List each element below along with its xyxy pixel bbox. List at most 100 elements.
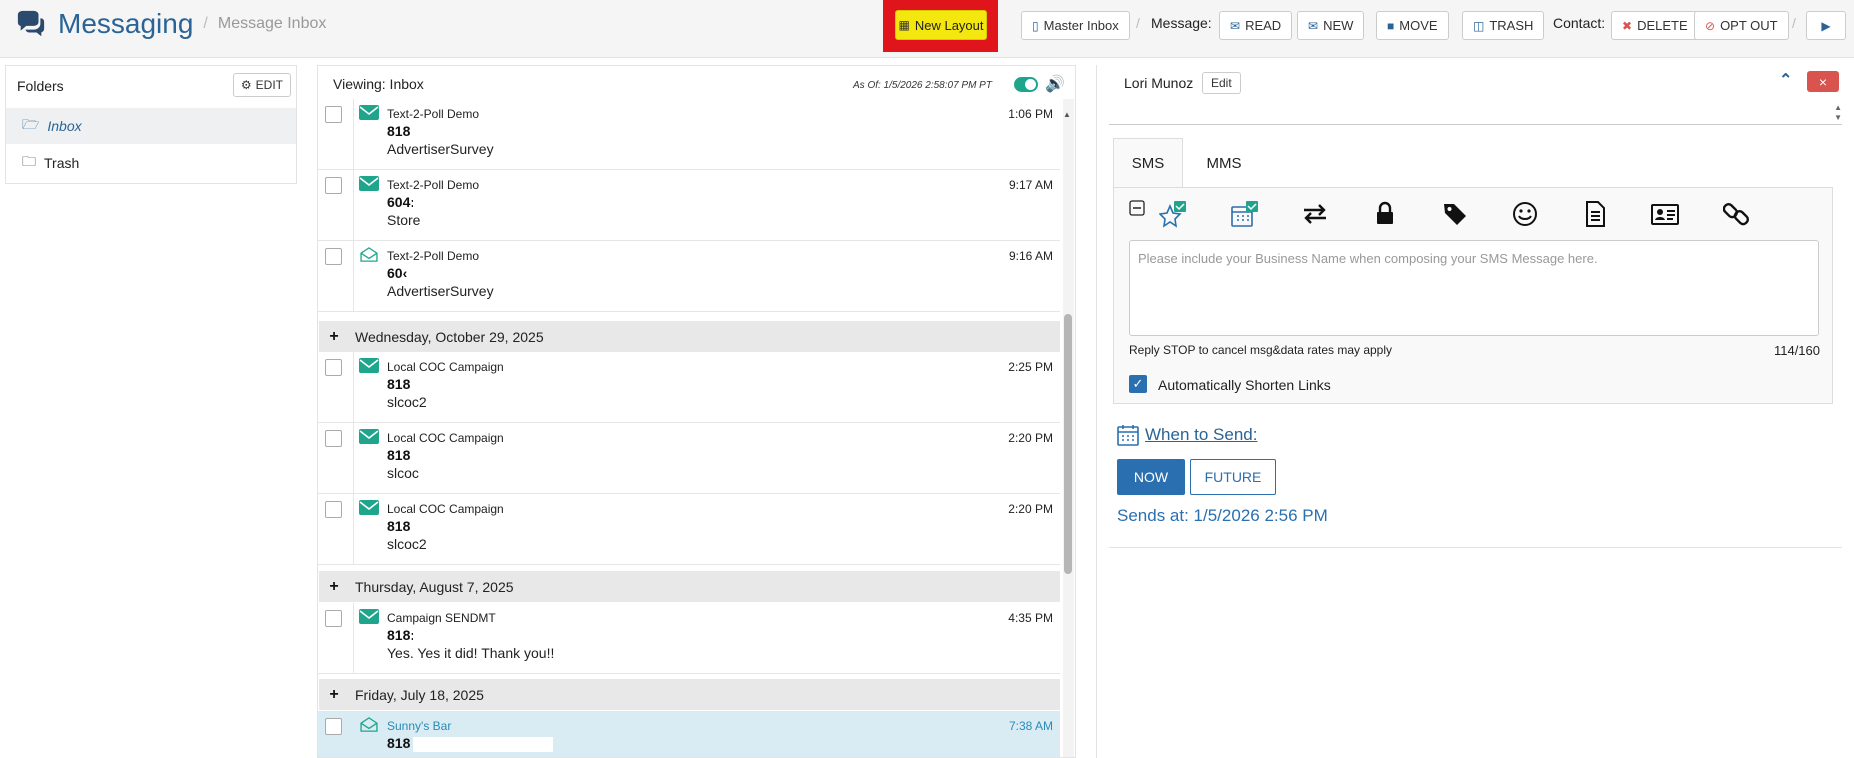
lock-icon[interactable] xyxy=(1371,200,1399,228)
new-layout-button[interactable]: ▦ New Layout xyxy=(895,10,987,40)
expand-plus-icon[interactable]: + xyxy=(323,328,345,346)
master-inbox-button[interactable]: ▯ Master Inbox xyxy=(1021,11,1130,40)
divider xyxy=(1109,547,1842,548)
folders-edit-label: EDIT xyxy=(255,78,283,92)
folder-open-icon: 🗁 xyxy=(22,116,40,132)
trash-icon: ◫ xyxy=(1473,18,1485,33)
message-row[interactable]: Local COC Campaign 818 slcoc2 2:20 PM xyxy=(318,494,1060,565)
breadcrumb-separator: / xyxy=(203,15,208,32)
row-body: slcoc2 xyxy=(387,536,427,552)
row-checkbox[interactable] xyxy=(325,718,342,735)
top-bar: Messaging / Message Inbox ▦ New Layout ▯… xyxy=(0,0,1854,58)
message-textarea[interactable]: Please include your Business Name when c… xyxy=(1129,240,1819,336)
calendar-check-icon[interactable] xyxy=(1231,200,1259,228)
scroll-up-arrow-icon[interactable]: ▲ xyxy=(1063,110,1071,119)
character-counter: 114/160 xyxy=(1773,343,1820,358)
folder-trash[interactable]: 🗀 Trash xyxy=(6,145,296,181)
link-icon[interactable] xyxy=(1723,200,1751,228)
auto-refresh-toggle[interactable] xyxy=(1014,77,1038,92)
message-row[interactable]: Local COC Campaign 818 slcoc 2:20 PM xyxy=(318,423,1060,494)
master-inbox-label: Master Inbox xyxy=(1043,18,1119,33)
envelope-closed-icon xyxy=(359,176,379,191)
row-body: slcoc2 xyxy=(387,394,427,410)
chevron-up-icon[interactable]: ⌃ xyxy=(1779,70,1792,90)
auto-shorten-checkbox[interactable]: ✓ xyxy=(1129,375,1147,393)
redaction xyxy=(413,196,553,211)
read-button[interactable]: ✉ READ xyxy=(1219,11,1293,40)
contact-card-icon[interactable] xyxy=(1651,200,1679,228)
opt-out-button[interactable]: ⊘ OPT OUT xyxy=(1694,11,1789,40)
day-group-header[interactable]: + Wednesday, October 29, 2025 xyxy=(319,321,1060,352)
redaction xyxy=(413,378,553,393)
trash-label: TRASH xyxy=(1489,18,1534,33)
row-checkbox[interactable] xyxy=(325,501,342,518)
delete-button[interactable]: ✖ DELETE xyxy=(1611,11,1699,40)
scrollbar-thumb[interactable] xyxy=(1064,314,1072,574)
x-icon: ✖ xyxy=(1622,18,1633,33)
message-row[interactable]: Local COC Campaign 818 slcoc2 2:25 PM xyxy=(318,352,1060,423)
row-checkbox[interactable] xyxy=(325,177,342,194)
expand-plus-icon[interactable]: + xyxy=(323,686,345,704)
row-checkbox[interactable] xyxy=(325,248,342,265)
tab-mms[interactable]: MMS xyxy=(1189,138,1259,188)
envelope-closed-icon xyxy=(359,609,379,624)
row-sender: Campaign SENDMT xyxy=(387,611,496,625)
row-body: slcoc xyxy=(387,465,419,481)
row-sender: Text-2-Poll Demo xyxy=(387,249,480,263)
contact-edit-button[interactable]: Edit xyxy=(1202,72,1241,94)
speaker-icon[interactable]: 🔊 xyxy=(1045,74,1065,94)
folder-inbox[interactable]: 🗁 Inbox xyxy=(6,108,296,144)
row-sender: Local COC Campaign xyxy=(387,360,504,374)
ban-icon: ⊘ xyxy=(1705,18,1716,33)
composer-tabs: SMS MMS xyxy=(1113,138,1259,188)
message-row-selected[interactable]: Sunny's Bar 818 7:38 AM xyxy=(318,711,1060,757)
as-of-timestamp: As Of: 1/5/2026 2:58:07 PM PT xyxy=(853,80,992,91)
contact-label: Contact: xyxy=(1553,15,1606,31)
message-row[interactable]: Text-2-Poll Demo 60‹ AdvertiserSurvey 9:… xyxy=(318,241,1060,312)
row-checkbox[interactable] xyxy=(325,106,342,123)
row-time: 2:25 PM xyxy=(1008,360,1053,374)
row-sender: Text-2-Poll Demo xyxy=(387,107,480,121)
close-button[interactable]: × xyxy=(1807,71,1839,92)
new-button[interactable]: ✉ NEW xyxy=(1297,11,1365,40)
folders-edit-button[interactable]: ⚙ EDIT xyxy=(232,73,291,97)
send-future-button[interactable]: FUTURE xyxy=(1190,459,1276,495)
envelope-closed-icon xyxy=(359,500,379,515)
move-button[interactable]: ■ MOVE xyxy=(1376,11,1449,40)
scroll-arrows-icon[interactable]: ▲ ▼ xyxy=(1834,103,1842,123)
row-checkbox[interactable] xyxy=(325,610,342,627)
tab-sms[interactable]: SMS xyxy=(1113,138,1183,188)
inbox-tray-icon: ▯ xyxy=(1032,18,1039,33)
row-checkbox[interactable] xyxy=(325,359,342,376)
calendar-icon xyxy=(1117,425,1139,446)
trash-button[interactable]: ◫ TRASH xyxy=(1462,11,1545,40)
collapse-icon[interactable] xyxy=(1129,200,1145,216)
redaction xyxy=(413,737,553,752)
expand-plus-icon[interactable]: + xyxy=(323,578,345,596)
day-group-header[interactable]: + Thursday, August 7, 2025 xyxy=(319,571,1060,602)
folder-icon: 🗀 xyxy=(22,153,36,169)
day-group-header[interactable]: + Friday, July 18, 2025 xyxy=(319,679,1060,710)
row-checkbox[interactable] xyxy=(325,430,342,447)
video-button[interactable]: ▶ xyxy=(1806,11,1846,40)
day-label: Friday, July 18, 2025 xyxy=(355,686,484,703)
envelope-closed-icon xyxy=(359,358,379,373)
row-body: Yes. Yes it did! Thank you!! xyxy=(387,645,555,661)
message-row[interactable]: Text-2-Poll Demo 818 AdvertiserSurvey 1:… xyxy=(318,99,1060,170)
row-sender: Local COC Campaign xyxy=(387,431,504,445)
breadcrumb-current: Message Inbox xyxy=(217,15,327,32)
swap-icon[interactable] xyxy=(1301,200,1329,228)
tag-icon[interactable] xyxy=(1441,200,1469,228)
read-label: READ xyxy=(1245,18,1282,33)
send-now-button[interactable]: NOW xyxy=(1117,459,1185,495)
envelope-closed-icon xyxy=(359,429,379,444)
star-check-icon[interactable] xyxy=(1159,200,1187,228)
auto-shorten-label: Automatically Shorten Links xyxy=(1158,377,1331,393)
composer: SMS MMS Please include your Business Nam… xyxy=(1113,138,1833,404)
row-time: 7:38 AM xyxy=(1008,719,1053,733)
message-row[interactable]: Campaign SENDMT 818: Yes. Yes it did! Th… xyxy=(318,603,1060,674)
when-to-send[interactable]: When to Send: xyxy=(1117,424,1257,446)
message-row[interactable]: Text-2-Poll Demo 604: Store 9:17 AM xyxy=(318,170,1060,241)
document-icon[interactable] xyxy=(1581,200,1609,228)
smiley-icon[interactable] xyxy=(1511,200,1539,228)
